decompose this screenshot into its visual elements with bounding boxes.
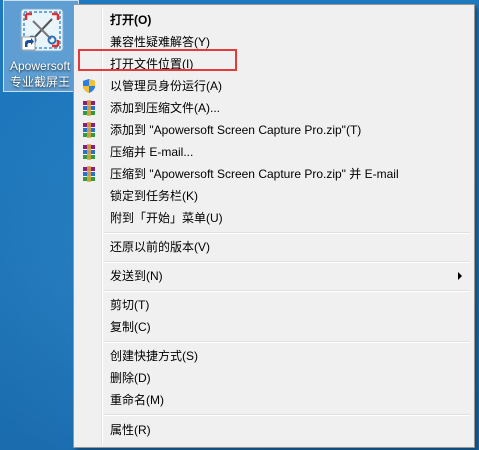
shortcut-arrow-icon xyxy=(21,36,36,51)
menu-item-label: 以管理员身份运行(A) xyxy=(110,79,222,93)
menu-item-pin-to-start[interactable]: 附到「开始」菜单(U) xyxy=(76,207,472,229)
menu-item-label: 打开(O) xyxy=(110,13,152,27)
menu-separator xyxy=(104,232,470,234)
desktop-shortcut-apowersoft[interactable]: Apowersoft 专业截屏王 xyxy=(3,0,79,92)
menu-item-open[interactable]: 打开(O) xyxy=(76,9,472,31)
menu-item-label: 复制(C) xyxy=(110,320,151,334)
menu-item-label: 压缩到 "Apowersoft Screen Capture Pro.zip" … xyxy=(110,167,399,181)
menu-item-label: 锁定到任务栏(K) xyxy=(110,189,198,203)
menu-item-create-shortcut[interactable]: 创建快捷方式(S) xyxy=(76,345,472,367)
menu-item-label: 重命名(M) xyxy=(110,393,164,407)
menu-item-compress-zip-and-email[interactable]: 压缩到 "Apowersoft Screen Capture Pro.zip" … xyxy=(76,163,472,185)
menu-item-properties[interactable]: 属性(R) xyxy=(76,419,472,441)
menu-item-add-to-zip[interactable]: 添加到 "Apowersoft Screen Capture Pro.zip"(… xyxy=(76,119,472,141)
menu-item-label: 创建快捷方式(S) xyxy=(110,349,198,363)
menu-item-cut[interactable]: 剪切(T) xyxy=(76,294,472,316)
submenu-arrow-icon xyxy=(458,272,462,280)
menu-item-label: 剪切(T) xyxy=(110,298,150,312)
icon-label-line2: 专业截屏王 xyxy=(10,75,71,89)
menu-item-send-to[interactable]: 发送到(N) xyxy=(76,265,472,287)
menu-item-delete[interactable]: 删除(D) xyxy=(76,367,472,389)
uac-shield-icon xyxy=(83,79,95,93)
highlight-annotation-box xyxy=(78,49,237,71)
menu-item-copy[interactable]: 复制(C) xyxy=(76,316,472,338)
winrar-books-icon xyxy=(83,166,95,182)
menu-item-label: 删除(D) xyxy=(110,371,151,385)
menu-item-label: 属性(R) xyxy=(110,423,151,437)
menu-item-label: 添加到压缩文件(A)... xyxy=(110,101,220,115)
menu-item-label: 还原以前的版本(V) xyxy=(110,240,210,254)
menu-item-run-as-admin[interactable]: 以管理员身份运行(A) xyxy=(76,75,472,97)
menu-item-label: 发送到(N) xyxy=(110,269,163,283)
winrar-books-icon xyxy=(83,144,95,160)
menu-item-label: 添加到 "Apowersoft Screen Capture Pro.zip"(… xyxy=(110,123,362,137)
icon-label-line1: Apowersoft xyxy=(10,59,71,73)
menu-item-label: 附到「开始」菜单(U) xyxy=(110,211,223,225)
menu-separator xyxy=(104,290,470,292)
winrar-books-icon xyxy=(83,100,95,116)
menu-separator xyxy=(104,261,470,263)
winrar-books-icon xyxy=(83,122,95,138)
menu-item-add-to-archive[interactable]: 添加到压缩文件(A)... xyxy=(76,97,472,119)
menu-item-label: 兼容性疑难解答(Y) xyxy=(110,35,210,49)
menu-item-restore-previous-versions[interactable]: 还原以前的版本(V) xyxy=(76,236,472,258)
menu-item-pin-to-taskbar[interactable]: 锁定到任务栏(K) xyxy=(76,185,472,207)
apowersoft-scissors-icon xyxy=(20,8,64,52)
menu-separator xyxy=(104,414,470,416)
menu-item-compress-and-email[interactable]: 压缩并 E-mail... xyxy=(76,141,472,163)
menu-item-rename[interactable]: 重命名(M) xyxy=(76,389,472,411)
menu-item-label: 压缩并 E-mail... xyxy=(110,145,194,159)
menu-separator xyxy=(104,341,470,343)
